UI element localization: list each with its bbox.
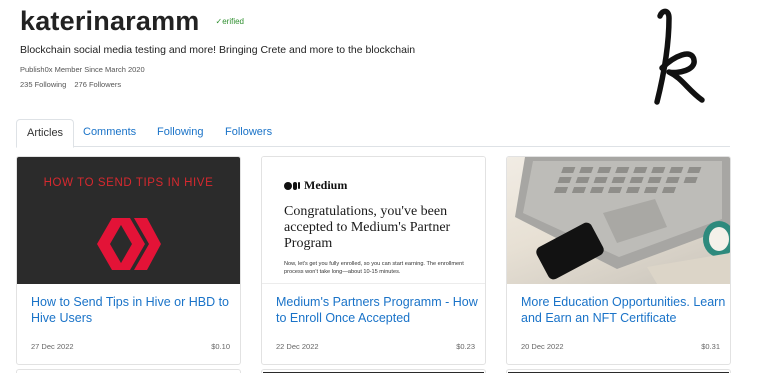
article-card-partial[interactable] bbox=[16, 369, 241, 373]
article-date: 27 Dec 2022 bbox=[31, 342, 74, 351]
profile-bio: Blockchain social media testing and more… bbox=[20, 44, 416, 56]
article-tips-amount: $0.10 bbox=[211, 342, 230, 351]
username: katerinaramm bbox=[20, 6, 200, 36]
profile-logo-k bbox=[654, 8, 705, 105]
article-thumbnail[interactable]: Medium Congratulations, you've been acce… bbox=[262, 157, 485, 284]
article-thumbnail[interactable]: HOW TO SEND TIPS IN HIVE bbox=[17, 157, 240, 284]
thumbnail-headline: HOW TO SEND TIPS IN HIVE bbox=[43, 177, 214, 189]
profile-tabs: Articles Comments Following Followers bbox=[16, 119, 730, 148]
medium-wordmark: Medium bbox=[304, 178, 348, 192]
article-date: 20 Dec 2022 bbox=[521, 342, 564, 351]
article-date: 22 Dec 2022 bbox=[276, 342, 319, 351]
thumbnail-headline: Congratulations, you've been accepted to… bbox=[284, 204, 451, 251]
tab-articles[interactable]: Articles bbox=[16, 119, 75, 148]
tab-comments[interactable]: Comments bbox=[73, 119, 146, 147]
member-since: Publish0x Member Since March 2020 bbox=[20, 65, 145, 74]
name-row: katerinaramm ✓erified bbox=[20, 6, 415, 37]
article-card-partial[interactable] bbox=[261, 369, 486, 373]
article-card[interactable]: Medium Congratulations, you've been acce… bbox=[261, 156, 486, 365]
followers-count[interactable]: 276 Followers bbox=[74, 80, 121, 89]
thumbnail-body-text: Now, let's get you fully enrolled, so yo… bbox=[284, 261, 464, 275]
article-thumbnail[interactable] bbox=[507, 157, 730, 284]
article-card[interactable]: More Education Opportunities. Learn and … bbox=[506, 156, 731, 365]
verified-badge: ✓erified bbox=[216, 17, 245, 26]
medium-dots-icon bbox=[284, 181, 301, 190]
article-card[interactable]: HOW TO SEND TIPS IN HIVE How to Send Tip… bbox=[16, 156, 241, 365]
article-card-partial[interactable] bbox=[506, 369, 731, 373]
article-title[interactable]: How to Send Tips in Hive or HBD to Hive … bbox=[31, 295, 236, 326]
profile-header: katerinaramm ✓erified Blockchain social … bbox=[20, 6, 415, 89]
following-count[interactable]: 235 Following bbox=[20, 80, 66, 89]
article-tips-amount: $0.23 bbox=[456, 342, 475, 351]
tab-following[interactable]: Following bbox=[147, 119, 213, 147]
medium-logo: Medium bbox=[284, 178, 347, 193]
tab-followers[interactable]: Followers bbox=[215, 119, 282, 147]
article-tips-amount: $0.31 bbox=[701, 342, 720, 351]
follow-stats: 235 Following 276 Followers bbox=[20, 80, 415, 89]
article-title[interactable]: Medium's Partners Programm - How to Enro… bbox=[276, 295, 481, 326]
laptop-photo bbox=[515, 157, 730, 284]
article-title[interactable]: More Education Opportunities. Learn and … bbox=[521, 295, 726, 326]
hive-logo-icon bbox=[97, 218, 161, 270]
verified-label: erified bbox=[222, 17, 244, 26]
